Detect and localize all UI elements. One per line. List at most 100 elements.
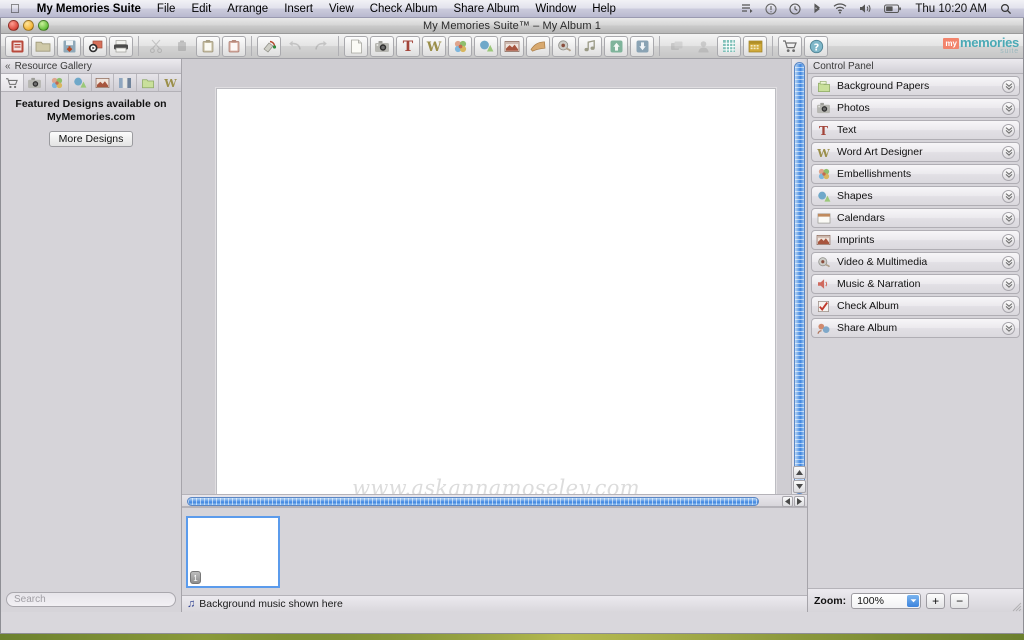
window-title-bar[interactable]: My Memories Suite™ – My Album 1	[1, 18, 1023, 34]
volume-icon[interactable]	[853, 3, 878, 14]
embellishment-icon[interactable]	[448, 35, 472, 57]
chevron-double-left-icon[interactable]: «	[5, 61, 11, 72]
battery-icon[interactable]	[878, 4, 908, 14]
help-icon[interactable]: ?	[804, 35, 828, 57]
shape-icon[interactable]	[474, 35, 498, 57]
search-input[interactable]: Search	[6, 592, 176, 607]
chevron-double-down-icon[interactable]	[1002, 167, 1015, 181]
chevron-double-down-icon[interactable]	[1002, 255, 1015, 269]
resize-grip-icon[interactable]	[1010, 600, 1022, 612]
publish-icon[interactable]	[83, 35, 107, 57]
cp-item-photos[interactable]: Photos	[811, 98, 1020, 118]
grid-icon[interactable]	[717, 35, 741, 57]
chevron-double-down-icon[interactable]	[1002, 233, 1015, 247]
apple-menu-icon[interactable]: 	[0, 2, 29, 15]
menu-clock[interactable]: Thu 10:20 AM	[908, 3, 994, 15]
rg-tab-photos[interactable]	[23, 74, 47, 91]
blank-page-icon[interactable]	[344, 35, 368, 57]
cp-item-embellishments[interactable]: Embellishments	[811, 164, 1020, 184]
menu-item-file[interactable]: File	[149, 0, 184, 18]
zoom-select[interactable]: 100%	[851, 592, 922, 609]
chevron-double-down-icon[interactable]	[1002, 321, 1015, 335]
cp-item-shapes[interactable]: Shapes	[811, 186, 1020, 206]
airplay-icon[interactable]	[735, 3, 759, 14]
chevron-double-down-icon[interactable]	[1002, 79, 1015, 93]
music-icon[interactable]	[578, 35, 602, 57]
paste-icon[interactable]	[196, 35, 220, 57]
chevron-double-down-icon[interactable]	[1002, 277, 1015, 291]
chevron-double-down-icon[interactable]	[1002, 189, 1015, 203]
rg-tab-embellishments[interactable]	[46, 74, 69, 91]
duplicate-icon[interactable]	[222, 35, 246, 57]
rg-tab-imprints[interactable]	[91, 74, 115, 91]
cp-item-music-narration[interactable]: Music & Narration	[811, 274, 1020, 294]
rg-tab-background-papers[interactable]	[136, 74, 160, 91]
cp-item-background-papers[interactable]: Background Papers	[811, 76, 1020, 96]
wifi-icon[interactable]	[827, 3, 853, 14]
mac-menu-bar:  My Memories Suite File Edit Arrange In…	[0, 0, 1024, 18]
menu-item-insert[interactable]: Insert	[276, 0, 321, 18]
cp-item-text[interactable]: T Text	[811, 120, 1020, 140]
zoom-out-button[interactable]: −	[950, 592, 970, 609]
rg-tab-shapes[interactable]	[68, 74, 92, 91]
page-thumbnail[interactable]: 1	[186, 515, 280, 588]
cp-item-share-album[interactable]: Share Album	[811, 318, 1020, 338]
format-painter-icon[interactable]	[257, 35, 281, 57]
word-art-icon[interactable]: W	[422, 35, 446, 57]
cp-item-calendars[interactable]: Calendars	[811, 208, 1020, 228]
background-papers-icon	[816, 79, 831, 94]
chevron-double-down-icon[interactable]	[1002, 123, 1015, 137]
menu-item-edit[interactable]: Edit	[183, 0, 219, 18]
menu-item-view[interactable]: View	[321, 0, 362, 18]
photo-icon[interactable]	[370, 35, 394, 57]
rg-tab-word-art[interactable]: W	[159, 74, 181, 91]
scroll-right-arrow-icon[interactable]	[794, 496, 805, 507]
new-project-icon[interactable]	[5, 35, 29, 57]
cart-icon[interactable]	[778, 35, 802, 57]
cp-item-word-art-designer[interactable]: W Word Art Designer	[811, 142, 1020, 162]
download-icon[interactable]	[630, 35, 654, 57]
open-folder-icon[interactable]	[31, 35, 55, 57]
more-designs-button[interactable]: More Designs	[48, 131, 134, 147]
vertical-scrollbar-thumb[interactable]	[794, 62, 805, 494]
canvas-viewport[interactable]: www.askannamoseley.com	[182, 59, 807, 494]
menu-item-check-album[interactable]: Check Album	[362, 0, 446, 18]
canvas-vertical-scrollbar[interactable]	[791, 59, 806, 494]
bluetooth-icon[interactable]	[807, 2, 827, 15]
menu-item-arrange[interactable]: Arrange	[219, 0, 276, 18]
imprint-icon[interactable]	[500, 35, 524, 57]
scroll-left-arrow-icon[interactable]	[782, 496, 793, 507]
rg-tab-papers-bars[interactable]	[114, 74, 137, 91]
horizontal-scrollbar-thumb[interactable]	[187, 497, 759, 506]
cp-item-check-album[interactable]: Check Album	[811, 296, 1020, 316]
zoom-in-button[interactable]: +	[926, 592, 946, 609]
chevron-double-down-icon[interactable]	[1002, 145, 1015, 159]
print-icon[interactable]	[109, 35, 133, 57]
rg-tab-store-cart[interactable]	[1, 74, 24, 91]
menu-item-share-album[interactable]: Share Album	[445, 0, 527, 18]
watermark-text: www.askannamoseley.com	[352, 476, 640, 494]
scroll-up-arrow-icon[interactable]	[793, 466, 806, 479]
menu-item-help[interactable]: Help	[584, 0, 624, 18]
cp-item-video-multimedia[interactable]: Video & Multimedia	[811, 252, 1020, 272]
chevron-double-down-icon[interactable]	[1002, 101, 1015, 115]
timemachine-icon[interactable]	[783, 2, 807, 15]
spotlight-search-icon[interactable]	[994, 3, 1018, 15]
menu-app-name[interactable]: My Memories Suite	[29, 0, 149, 18]
video-icon[interactable]	[552, 35, 576, 57]
menu-item-window[interactable]: Window	[527, 0, 584, 18]
calendar-icon[interactable]	[743, 35, 767, 57]
save-icon[interactable]	[57, 35, 81, 57]
alert-icon[interactable]	[759, 2, 783, 15]
text-icon[interactable]: T	[396, 35, 420, 57]
cp-item-imprints[interactable]: Imprints	[811, 230, 1020, 250]
chevron-double-down-icon[interactable]	[1002, 211, 1015, 225]
chevron-down-icon[interactable]	[907, 594, 920, 607]
chevron-double-down-icon[interactable]	[1002, 299, 1015, 313]
resource-gallery-header[interactable]: « Resource Gallery	[1, 59, 181, 74]
album-page-canvas[interactable]: www.askannamoseley.com	[216, 88, 776, 494]
scroll-down-arrow-icon[interactable]	[793, 480, 806, 493]
upload-icon[interactable]	[604, 35, 628, 57]
canvas-horizontal-scrollbar[interactable]	[182, 494, 807, 507]
page-curl-icon[interactable]	[526, 35, 550, 57]
